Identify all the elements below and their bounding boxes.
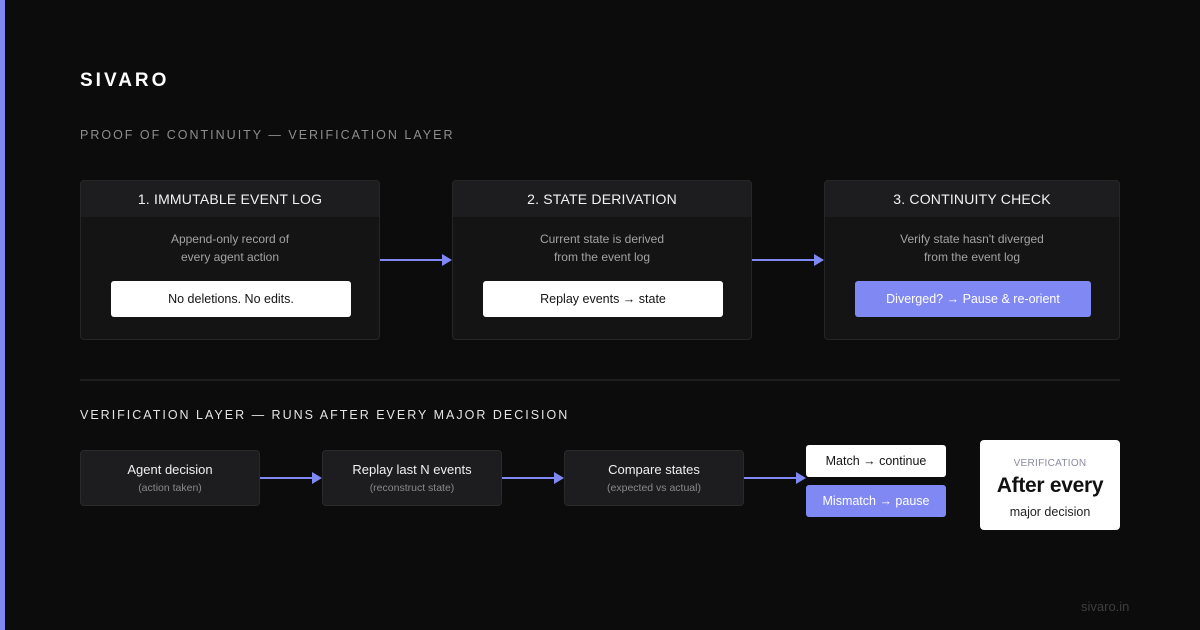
verification-badge-card: VERIFICATION After every major decision <box>980 440 1120 530</box>
flow-title: Replay last N events <box>352 462 472 477</box>
step-card-continuity-check: 3. CONTINUITY CHECK Verify state hasn't … <box>824 180 1120 340</box>
outcome-mismatch: Mismatch → pause <box>806 485 946 517</box>
section-divider <box>80 379 1120 381</box>
step-description-line: from the event log <box>923 250 1021 264</box>
badge-subtitle: major decision <box>1009 505 1091 519</box>
verification-section-label: VERIFICATION LAYER — RUNS AFTER EVERY MA… <box>80 408 570 422</box>
step-card-event-log: 1. IMMUTABLE EVENT LOG Append-only recor… <box>80 180 380 340</box>
step-pill-accent: Diverged? → Pause & re-orient <box>855 281 1091 317</box>
flow-subtitle: (reconstruct state) <box>369 482 455 494</box>
flow-subtitle: (action taken) <box>138 482 202 494</box>
accent-bar <box>0 0 5 630</box>
badge-eyebrow: VERIFICATION <box>1013 458 1087 469</box>
flow-box-agent-decision: Agent decision (action taken) <box>80 450 260 506</box>
step-description-line: Append-only record of <box>170 232 290 246</box>
outcome-match: Match → continue <box>806 445 946 477</box>
arrow-connector <box>380 254 452 266</box>
step-title: 1. IMMUTABLE EVENT LOG <box>81 181 379 217</box>
arrow-connector <box>752 254 824 266</box>
flow-title: Agent decision <box>127 462 213 477</box>
step-description: Current state is derived from the event … <box>453 230 751 266</box>
flow-title: Compare states <box>608 462 700 477</box>
flow-subtitle: (expected vs actual) <box>607 482 701 494</box>
flow-box-replay-events: Replay last N events (reconstruct state) <box>322 450 502 506</box>
step-description: Append-only record of every agent action <box>81 230 379 266</box>
flow-box-compare-states: Compare states (expected vs actual) <box>564 450 744 506</box>
step-card-state-derivation: 2. STATE DERIVATION Current state is der… <box>452 180 752 340</box>
step-description-line: every agent action <box>180 250 280 264</box>
step-pill: No deletions. No edits. <box>111 281 351 317</box>
step-title: 2. STATE DERIVATION <box>453 181 751 217</box>
arrow-connector <box>260 472 322 484</box>
step-description-line: Verify state hasn't diverged <box>900 232 1044 246</box>
step-title: 3. CONTINUITY CHECK <box>825 181 1119 217</box>
step-description: Verify state hasn't diverged from the ev… <box>825 230 1119 266</box>
step-description-line: Current state is derived <box>539 232 665 246</box>
proof-section-label: PROOF OF CONTINUITY — VERIFICATION LAYER <box>80 128 455 142</box>
badge-headline: After every <box>996 474 1104 497</box>
brand-logo: SIVARO <box>80 70 170 91</box>
step-pill: Replay events → state <box>483 281 723 317</box>
step-description-line: from the event log <box>553 250 651 264</box>
arrow-connector <box>744 472 806 484</box>
footer-url: sivaro.in <box>1081 599 1130 614</box>
arrow-connector <box>502 472 564 484</box>
